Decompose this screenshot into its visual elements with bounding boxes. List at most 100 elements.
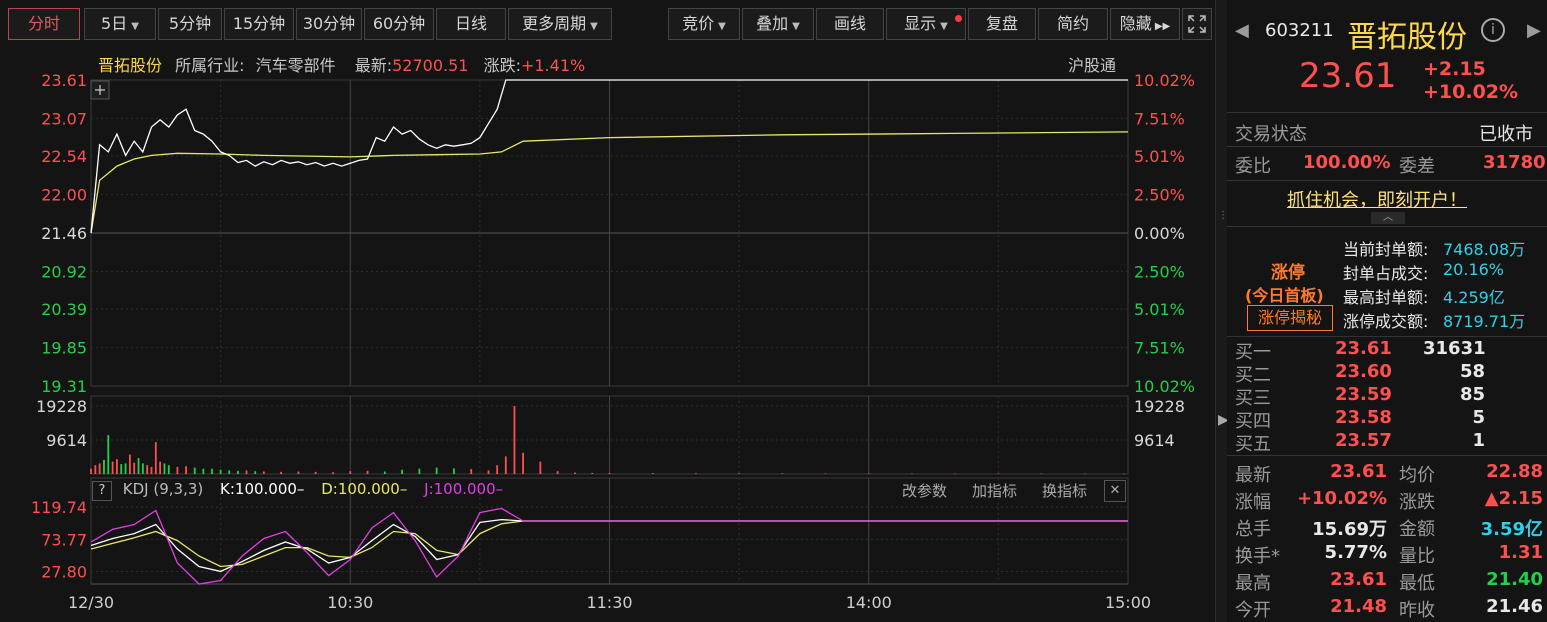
volume-bar: [997, 473, 1000, 475]
kdj-d-value: D:100.000–: [321, 480, 408, 498]
intraday-chart[interactable]: 23.61 10.02% 23.07 7.51% 22.54 5.01% 22.00 2.50…: [0, 0, 1215, 622]
kdj-name-label: KDJ (9,3,3): [122, 480, 204, 498]
time-tick-label: 11:30: [586, 593, 632, 612]
limit-up-subtitle: (今日首板): [1245, 286, 1324, 305]
volume-bar: [297, 471, 300, 474]
info-icon[interactable]: i: [1481, 18, 1505, 42]
volume-bar: [137, 458, 140, 474]
price-tick-label: 19.31: [41, 377, 87, 396]
bid-volume: 1: [1472, 430, 1485, 451]
volume-bar: [522, 452, 524, 474]
time-tick-label: 15:00: [1105, 593, 1151, 612]
price-tick-label: 23.61: [41, 71, 87, 90]
volume-bar: [228, 470, 231, 474]
pct-tick-label: 2.50%: [1134, 186, 1185, 205]
stat-value: 21.46: [1486, 596, 1543, 617]
volume-bar: [954, 473, 957, 475]
stat-label: 昨收: [1399, 600, 1435, 621]
prev-stock-arrow-icon[interactable]: ◀: [1235, 20, 1249, 41]
divider: [1227, 336, 1547, 337]
stat-value: 3.59亿: [1480, 519, 1543, 540]
collapse-up-icon[interactable]: ︿: [1371, 212, 1405, 224]
volume-bar: [496, 465, 499, 474]
price-tick-label: 20.92: [41, 262, 87, 281]
divider: [1227, 146, 1547, 147]
volume-bar: [651, 473, 654, 474]
divider: [1227, 180, 1547, 181]
stat-label: 总手: [1235, 519, 1271, 540]
help-icon[interactable]: ?: [92, 481, 112, 501]
volume-bar: [539, 461, 542, 474]
volume-bar: [150, 466, 153, 474]
time-tick-label: 14:00: [846, 593, 892, 612]
bid-price[interactable]: 23.60: [1335, 361, 1392, 382]
volume-bar: [824, 473, 827, 474]
stat-value: 5.77%: [1324, 542, 1387, 563]
volume-bar: [185, 466, 187, 474]
stat-label: 最高: [1235, 573, 1271, 594]
open-account-link[interactable]: 抓住机会，即刻开户！: [1287, 186, 1467, 212]
volume-bar: [176, 466, 179, 474]
pct-tick-label: 7.51%: [1134, 339, 1185, 358]
add-indicator-button[interactable]: 加指标: [972, 480, 1017, 501]
edit-params-button[interactable]: 改参数: [902, 480, 947, 501]
pct-tick-label: 0.00%: [1134, 224, 1185, 243]
next-stock-arrow-icon[interactable]: ▶: [1527, 20, 1541, 41]
kdj-tick-label: 119.74: [31, 498, 87, 517]
stat-value: 21.48: [1330, 596, 1387, 617]
volume-bar: [487, 470, 490, 474]
divider: [1227, 455, 1547, 456]
stat-label: 今开: [1235, 600, 1271, 621]
bid-volume: 85: [1459, 384, 1485, 405]
volume-bar: [418, 468, 421, 474]
volume-bar: [154, 442, 157, 474]
volume-bar: [608, 472, 611, 474]
volume-bar: [1122, 473, 1125, 475]
volume-bar: [314, 471, 317, 474]
close-indicator-icon[interactable]: ✕: [1104, 480, 1126, 502]
bid-price[interactable]: 23.57: [1335, 430, 1392, 451]
volume-bar: [254, 471, 257, 474]
stat-label: 均价: [1399, 465, 1435, 486]
volume-bar: [366, 470, 369, 474]
bid-price[interactable]: 23.58: [1335, 407, 1392, 428]
volume-bar: [98, 463, 101, 474]
volume-bar: [1083, 473, 1086, 475]
limit-up-reveal-button[interactable]: 涨停揭秘: [1247, 305, 1333, 331]
bid-price[interactable]: 23.61: [1335, 338, 1392, 359]
volume-bar: [911, 473, 913, 474]
volume-bar: [167, 465, 170, 474]
crosshair-plus-icon[interactable]: [90, 80, 110, 100]
volume-bar: [513, 406, 516, 474]
volume-bar: [349, 471, 352, 474]
stat-value: 15.69万: [1312, 519, 1387, 540]
volume-bar: [470, 469, 473, 474]
seal-row-value: 8719.71万: [1443, 312, 1526, 331]
volume-bar: [781, 473, 784, 474]
volume-bar: [695, 473, 697, 474]
pct-tick-label: 5.01%: [1134, 300, 1185, 319]
price-tick-label: 20.39: [41, 300, 87, 319]
stat-value: 23.61: [1330, 461, 1387, 482]
time-tick-label: 12/30: [68, 593, 114, 612]
bid-price[interactable]: 23.59: [1335, 384, 1392, 405]
bid-level-label: 买五: [1235, 434, 1271, 455]
volume-bar: [111, 461, 114, 474]
stat-value: ▲2.15: [1484, 488, 1543, 509]
stat-label: 最新: [1235, 465, 1271, 486]
seal-row-label: 涨停成交额:: [1343, 312, 1429, 331]
volume-bar: [163, 463, 166, 474]
quote-panel: ◀ 603211 晋拓股份 i ▶ 23.61 +2.15 +10.02% 交易…: [1227, 0, 1547, 622]
seal-row-label: 封单占成交:: [1343, 264, 1429, 283]
volume-bar: [211, 468, 213, 474]
volume-bar: [383, 471, 386, 474]
bid-volume: 31631: [1423, 338, 1486, 359]
stat-value: 23.61: [1330, 569, 1387, 590]
stock-name: 晋拓股份: [1347, 20, 1467, 55]
volume-bar: [332, 472, 334, 474]
stat-value: 22.88: [1486, 461, 1543, 482]
price-tick-label: 22.00: [41, 186, 87, 205]
switch-indicator-button[interactable]: 换指标: [1042, 480, 1087, 501]
kdj-k-value: K:100.000–: [220, 480, 305, 498]
volume-bar: [591, 472, 594, 474]
